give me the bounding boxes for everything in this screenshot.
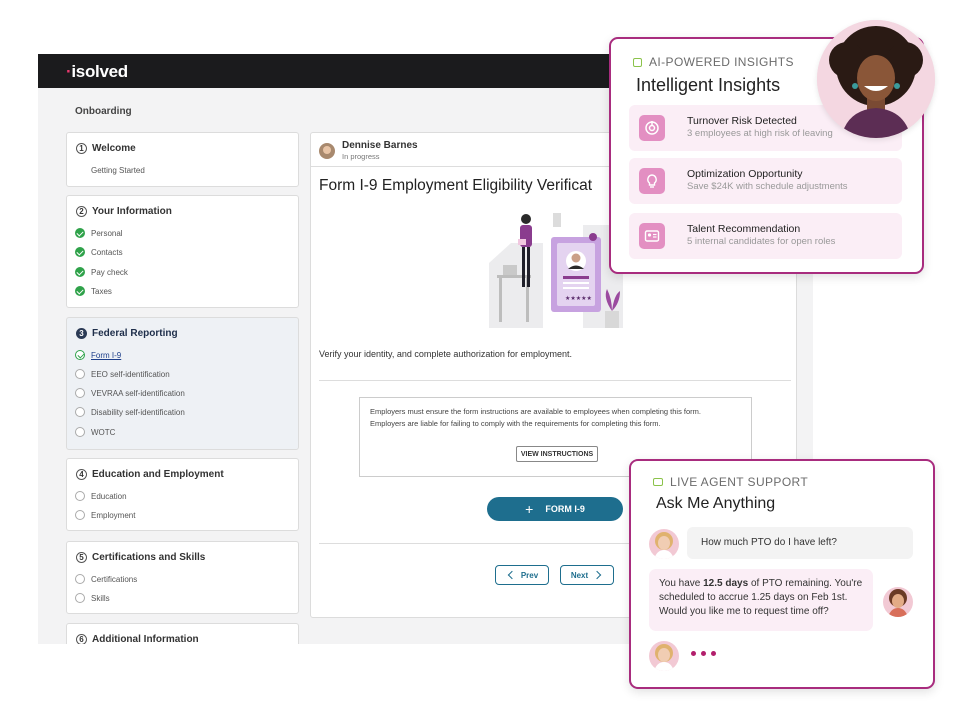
- empty-circle-icon: [75, 574, 85, 584]
- user-header: Dennise Barnes In progress: [319, 140, 418, 161]
- target-icon: [639, 115, 665, 141]
- user-name: Dennise Barnes: [342, 140, 418, 151]
- step-item-education[interactable]: Education: [75, 491, 127, 501]
- step-item-pay-check[interactable]: Pay check: [75, 267, 128, 277]
- step-item-wotc[interactable]: WOTC: [75, 427, 115, 437]
- insight-item[interactable]: Optimization Opportunity Save $24K with …: [629, 158, 902, 204]
- step-item-personal[interactable]: Personal: [75, 228, 123, 238]
- form-title: Form I-9 Employment Eligibility Verifica…: [319, 177, 593, 194]
- empty-circle-icon: [75, 593, 85, 603]
- view-instructions-button[interactable]: VIEW INSTRUCTIONS: [516, 446, 598, 462]
- step-number: 2: [76, 206, 87, 217]
- check-icon: [75, 228, 85, 238]
- step-number: 6: [76, 634, 87, 644]
- check-icon: [75, 286, 85, 296]
- page-title: Onboarding: [75, 106, 132, 117]
- empty-circle-icon: [75, 427, 85, 437]
- svg-text:★★★★★: ★★★★★: [565, 295, 592, 302]
- chevron-right-icon: [592, 570, 602, 580]
- step-item-disability[interactable]: Disability self-identification: [75, 407, 185, 417]
- typing-indicator: [691, 651, 716, 656]
- step-card-your-information[interactable]: 2 Your Information Personal Contacts Pay …: [66, 195, 299, 308]
- insights-eyebrow: AI-POWERED INSIGHTS: [649, 55, 794, 69]
- insights-title: Intelligent Insights: [636, 75, 781, 95]
- plus-icon: +: [525, 501, 534, 517]
- insight-subtitle: Save $24K with schedule adjustments: [687, 181, 848, 192]
- insight-title: Turnover Risk Detected: [687, 115, 797, 127]
- divider: [319, 380, 791, 381]
- lightbulb-icon: [639, 168, 665, 194]
- empty-circle-icon: [75, 491, 85, 501]
- step-card-federal-reporting[interactable]: 3 Federal Reporting Form I-9 EEO self-ide…: [66, 317, 299, 450]
- step-title: Your Information: [92, 206, 172, 217]
- step-subtitle: Getting Started: [91, 166, 145, 175]
- isolved-logo[interactable]: ·isolved: [66, 62, 128, 82]
- check-circle-icon: [75, 350, 85, 360]
- agent-avatar: [883, 587, 913, 617]
- step-card-certifications-skills[interactable]: 5 Certifications and Skills Certification…: [66, 541, 299, 614]
- step-number: 3: [76, 328, 87, 339]
- form-i9-button[interactable]: + FORM I-9: [487, 497, 623, 521]
- notice-line: Employers are liable for failing to comp…: [370, 419, 661, 428]
- form-i9-button-label: FORM I-9: [545, 504, 585, 514]
- insight-subtitle: 3 employees at high risk of leaving: [687, 128, 833, 139]
- sparkle-icon: [633, 57, 642, 67]
- chat-eyebrow: LIVE AGENT SUPPORT: [670, 475, 809, 489]
- step-item-skills[interactable]: Skills: [75, 593, 110, 603]
- user-status: In progress: [342, 152, 380, 161]
- step-item-contacts[interactable]: Contacts: [75, 247, 123, 257]
- user-message: How much PTO do I have left?: [687, 527, 913, 559]
- step-title: Certifications and Skills: [92, 552, 206, 563]
- empty-circle-icon: [75, 510, 85, 520]
- step-item-employment[interactable]: Employment: [75, 510, 135, 520]
- step-item-vevraa[interactable]: VEVRAA self-identification: [75, 388, 185, 398]
- step-card-education-employment[interactable]: 4 Education and Employment Education Empl…: [66, 458, 299, 531]
- insight-title: Talent Recommendation: [687, 223, 801, 235]
- notice-line: Employers must ensure the form instructi…: [370, 407, 701, 416]
- step-number: 1: [76, 143, 87, 154]
- empty-circle-icon: [75, 388, 85, 398]
- insight-item[interactable]: Talent Recommendation 5 internal candida…: [629, 213, 902, 259]
- empty-circle-icon: [75, 407, 85, 417]
- prev-button[interactable]: Prev: [495, 565, 549, 585]
- step-title: Additional Information: [92, 634, 199, 644]
- insight-title: Optimization Opportunity: [687, 168, 803, 180]
- chat-icon: [653, 478, 663, 486]
- check-icon: [75, 247, 85, 257]
- live-agent-chat-card: LIVE AGENT SUPPORT Ask Me Anything How m…: [629, 459, 935, 689]
- insight-subtitle: 5 internal candidates for open roles: [687, 236, 836, 247]
- user-avatar: [649, 529, 679, 559]
- step-title: Federal Reporting: [92, 328, 178, 339]
- avatar: [319, 142, 335, 159]
- agent-message: You have 12.5 days of PTO remaining. You…: [649, 569, 873, 631]
- step-item-taxes[interactable]: Taxes: [75, 286, 112, 296]
- chat-title: Ask Me Anything: [656, 495, 776, 512]
- form-description: Verify your identity, and complete autho…: [319, 349, 572, 359]
- step-item-certifications[interactable]: Certifications: [75, 574, 137, 584]
- check-icon: [75, 267, 85, 277]
- step-title: Welcome: [92, 143, 136, 154]
- advisor-photo: [817, 20, 935, 138]
- step-number: 4: [76, 469, 87, 480]
- step-item-form-i9[interactable]: Form I-9: [75, 350, 121, 360]
- empty-circle-icon: [75, 369, 85, 379]
- next-button[interactable]: Next: [560, 565, 614, 585]
- step-title: Education and Employment: [92, 469, 224, 480]
- user-avatar: [649, 641, 679, 671]
- step-item-eeo[interactable]: EEO self-identification: [75, 369, 170, 379]
- chevron-left-icon: [507, 570, 517, 580]
- step-card-welcome[interactable]: 1 Welcome Getting Started: [66, 132, 299, 187]
- id-card-icon: [639, 223, 665, 249]
- step-number: 5: [76, 552, 87, 563]
- step-card-additional-information[interactable]: 6 Additional Information: [66, 623, 299, 644]
